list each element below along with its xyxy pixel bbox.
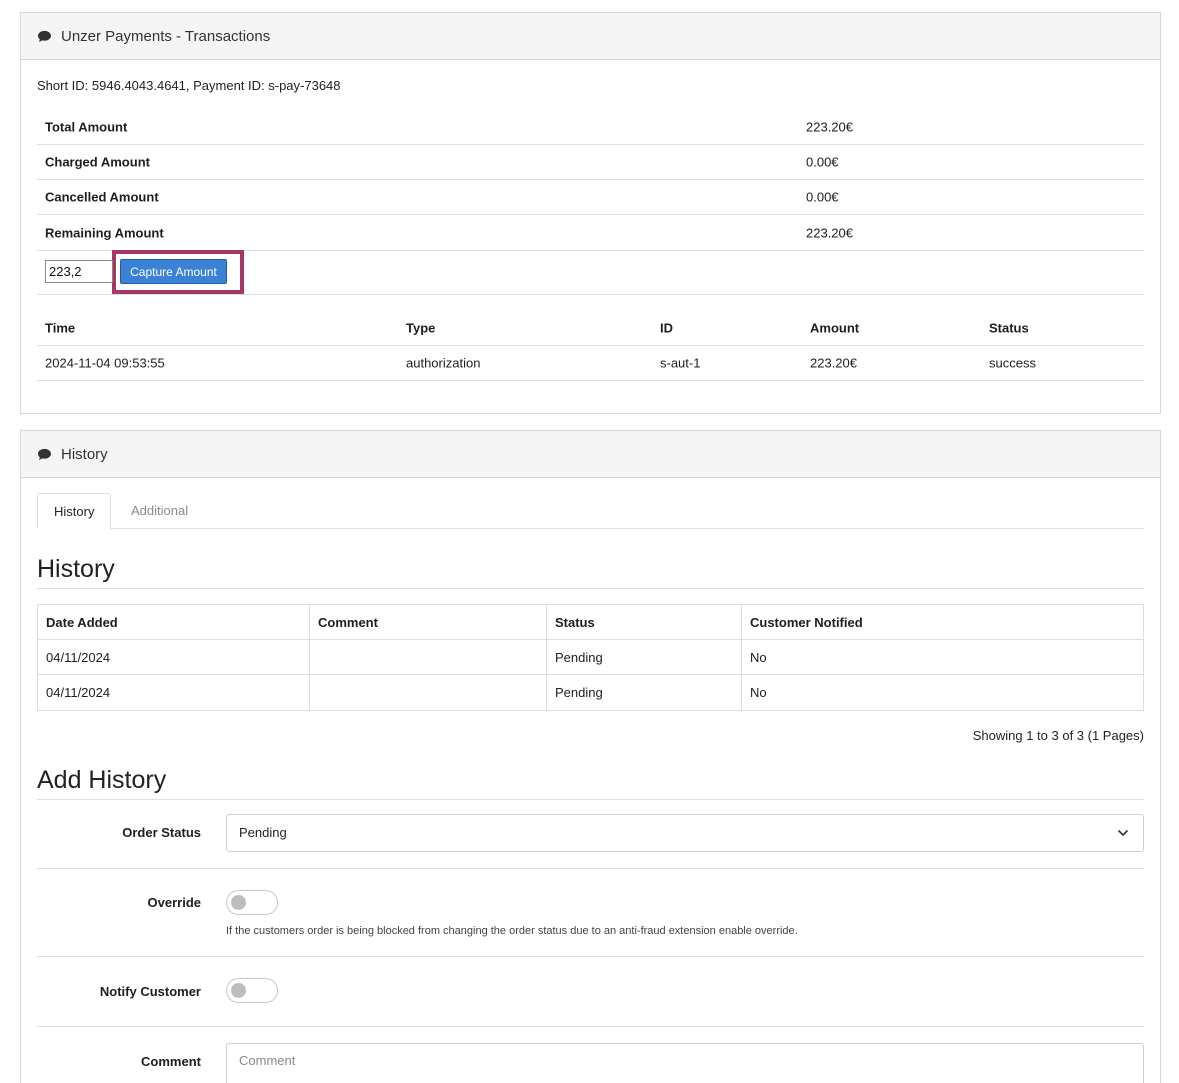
amount-value: 223.20€ [806, 225, 853, 240]
column-header: Status [547, 605, 742, 640]
transactions-panel-header: Unzer Payments - Transactions [21, 13, 1160, 60]
capture-row: Capture Amount [37, 250, 1144, 295]
table-cell: No [750, 685, 767, 700]
table-cell: Pending [547, 675, 742, 710]
toggle-knob [231, 983, 246, 998]
amount-label: Total Amount [45, 119, 128, 135]
column-header: ID [660, 320, 673, 336]
comment-label: Comment [141, 1054, 201, 1069]
amount-label: Charged Amount [45, 154, 150, 170]
order-status-select[interactable]: Pending [226, 814, 1144, 852]
transactions-panel-title: Unzer Payments - Transactions [61, 27, 271, 45]
column-header: Date Added [38, 605, 310, 640]
table-header-row: Date Added Comment Status Customer Notif… [38, 605, 1143, 640]
tab-history[interactable]: History [37, 493, 112, 529]
transactions-panel: Unzer Payments - Transactions Short ID: … [20, 12, 1161, 414]
history-tabs: History Additional [37, 493, 1144, 529]
add-history-heading: Add History [37, 766, 1144, 800]
table-cell [310, 640, 547, 675]
tab-additional[interactable]: Additional [115, 493, 204, 529]
table-cell: success [989, 355, 1036, 371]
column-header: Amount [810, 320, 860, 336]
payment-ids: Short ID: 5946.4043.4641, Payment ID: s-… [37, 78, 341, 93]
amount-row-cancelled: Cancelled Amount 0.00€ [37, 180, 1144, 215]
notify-customer-row: Notify Customer [37, 957, 1144, 1027]
column-header: Comment [310, 605, 547, 640]
notify-customer-label: Notify Customer [99, 984, 201, 999]
amount-label: Remaining Amount [45, 225, 164, 240]
order-status-value: Pending [239, 825, 287, 840]
table-cell: No [750, 650, 767, 665]
override-toggle[interactable] [226, 890, 278, 915]
override-help-text: If the customers order is being blocked … [226, 925, 798, 937]
table-row: 2024-11-04 09:53:55 authorization s-aut-… [37, 346, 1144, 381]
transactions-table: Time Type ID Amount Status 2024-11-04 09… [37, 311, 1144, 381]
table-cell: Pending [547, 640, 742, 675]
table-header-row: Time Type ID Amount Status [37, 311, 1144, 346]
chevron-down-icon [1117, 829, 1129, 837]
comment-icon [38, 448, 51, 460]
table-cell: s-aut-1 [660, 355, 701, 371]
amount-value: 0.00€ [806, 154, 839, 170]
table-cell: 04/11/2024 [38, 640, 310, 675]
column-header: Type [406, 320, 436, 336]
comment-textarea[interactable]: Comment [226, 1043, 1144, 1083]
column-header: Time [45, 320, 76, 336]
override-label: Override [147, 895, 201, 910]
amount-value: 0.00€ [806, 189, 839, 205]
notify-customer-toggle[interactable] [226, 978, 278, 1003]
history-panel-header: History [21, 431, 1160, 478]
table-cell [310, 675, 547, 710]
toggle-knob [231, 895, 246, 910]
history-panel: History History Additional History Date … [20, 430, 1161, 1083]
table-row: 04/11/2024 Pending No [38, 640, 1143, 675]
table-cell: 04/11/2024 [38, 675, 310, 710]
table-cell: authorization [406, 355, 481, 371]
amount-value: 223.20€ [806, 119, 853, 135]
table-cell: 2024-11-04 09:53:55 [45, 355, 165, 371]
capture-amount-input[interactable] [45, 260, 113, 283]
history-heading: History [37, 555, 1144, 589]
pagination-text: Showing 1 to 3 of 3 (1 Pages) [972, 728, 1144, 743]
amount-row-total: Total Amount 223.20€ [37, 110, 1144, 145]
history-panel-title: History [61, 445, 108, 463]
column-header: Customer Notified [750, 615, 863, 630]
table-cell: 223.20€ [810, 355, 857, 371]
comment-icon [38, 30, 51, 42]
order-status-label: Order Status [122, 825, 201, 840]
table-row: 04/11/2024 Pending No [38, 675, 1143, 710]
comment-row: Comment Comment [37, 1027, 1144, 1083]
amount-label: Cancelled Amount [45, 189, 159, 205]
column-header: Status [989, 320, 1029, 336]
capture-amount-button[interactable]: Capture Amount [120, 259, 227, 284]
override-row: Override If the customers order is being… [37, 869, 1144, 957]
history-table: Date Added Comment Status Customer Notif… [37, 604, 1144, 711]
order-status-row: Order Status Pending [37, 814, 1144, 869]
amount-row-charged: Charged Amount 0.00€ [37, 145, 1144, 180]
amount-row-remaining: Remaining Amount 223.20€ [37, 215, 1144, 251]
